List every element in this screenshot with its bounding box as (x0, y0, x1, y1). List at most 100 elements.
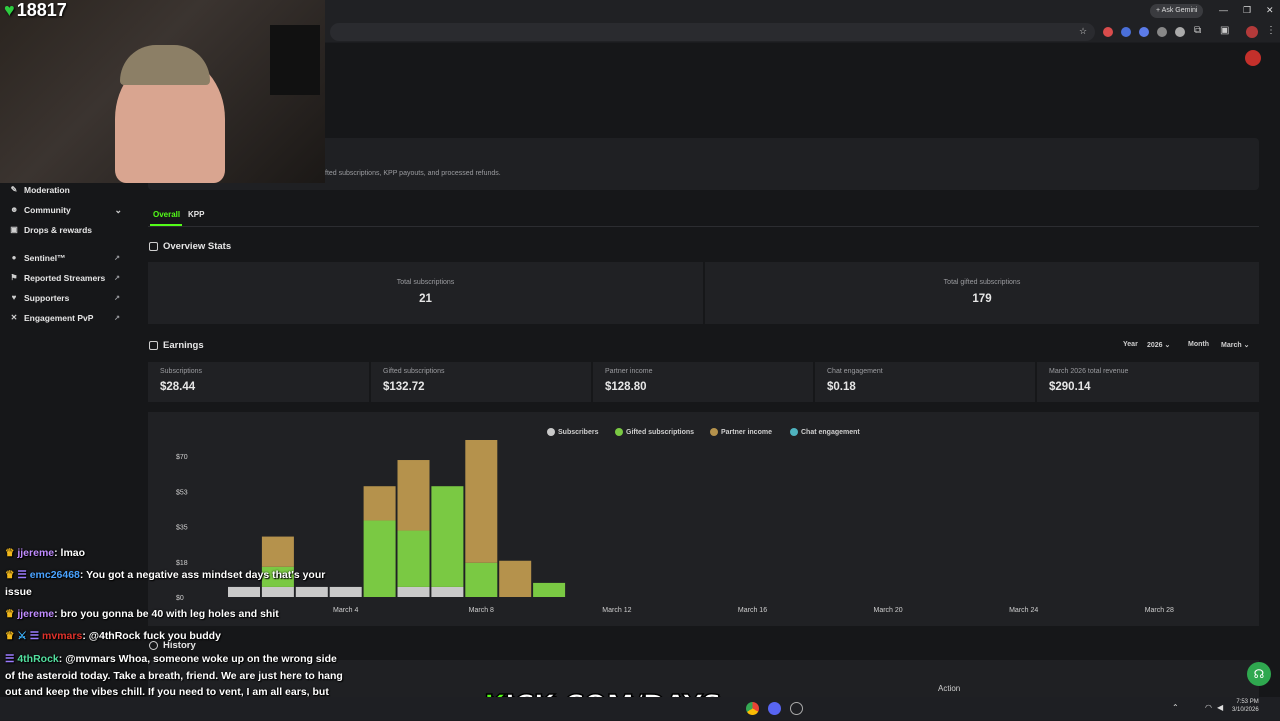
chart-bar[interactable] (397, 586, 430, 597)
url-bar[interactable] (330, 23, 1095, 41)
puzzle-icon[interactable]: ⧉ (1194, 25, 1201, 36)
chat-username[interactable]: emc26468 (30, 569, 80, 581)
legend-subscribers[interactable]: Subscribers (547, 428, 598, 436)
crown-badge-icon: ♛ (5, 547, 18, 559)
page-description: fted subscriptions, KPP payouts, and pro… (325, 170, 501, 177)
earnings-value: $128.80 (605, 381, 647, 393)
volume-icon[interactable]: ◀ (1217, 703, 1223, 712)
user-avatar[interactable] (1245, 50, 1261, 66)
year-select[interactable]: 2026 ⌄ (1147, 341, 1170, 349)
minimize-icon[interactable]: — (1219, 5, 1228, 15)
chrome-taskbar-icon[interactable] (746, 702, 759, 715)
sidebar-item-moderation[interactable]: ✎ Moderation (10, 185, 70, 195)
tab-divider (148, 226, 1259, 227)
chart-bar[interactable] (363, 486, 396, 521)
overview-section-title: Overview Stats (149, 241, 231, 252)
chart-bar[interactable] (363, 520, 396, 597)
chart-bar[interactable] (397, 460, 430, 531)
sidebar-item-reported-streamers[interactable]: ⚑ Reported Streamers ↗ (10, 273, 120, 283)
earnings-card-partner: Partner income $128.80 (593, 362, 813, 402)
profile-avatar[interactable] (1246, 26, 1258, 38)
stat-label: Total subscriptions (396, 279, 455, 286)
extension-icon[interactable] (1103, 27, 1113, 37)
kebab-menu-icon[interactable]: ⋮ (1266, 25, 1276, 36)
extension-icon[interactable] (1157, 27, 1167, 37)
extension-icon[interactable] (1121, 27, 1131, 37)
chevron-down-icon: ⌄ (114, 204, 122, 215)
earnings-label: Chat engagement (827, 368, 883, 375)
x-tick-label: March 20 (874, 607, 903, 614)
chat-message: ♛ jjereme: lmao (5, 545, 345, 562)
month-label: Month (1188, 341, 1209, 348)
crown-badge-icon: ♛ (5, 608, 18, 620)
stat-card-total-gifted: Total gifted subscriptions 179 (705, 262, 1259, 324)
chart-bar[interactable] (465, 440, 498, 563)
sub-badge-icon: ☰ (29, 630, 43, 642)
tab-kpp[interactable]: KPP (188, 210, 204, 219)
chat-message: ♛ ⚔ ☰ mvmars: @4thRock fuck you buddy (5, 628, 345, 645)
tab-overall[interactable]: Overall (153, 210, 180, 219)
close-icon[interactable]: ✕ (1266, 5, 1274, 16)
chat-username[interactable]: jjereme (17, 547, 54, 559)
chat-username[interactable]: jjereme (17, 608, 54, 620)
crown-badge-icon: ♛ (5, 630, 18, 642)
chart-bar[interactable] (533, 582, 566, 597)
earnings-card-gifted: Gifted subscriptions $132.72 (371, 362, 591, 402)
chat-username[interactable]: 4thRock (17, 653, 58, 665)
external-link-icon: ↗ (114, 295, 120, 302)
legend-swatch (615, 428, 623, 436)
chat-username[interactable]: mvmars (42, 630, 82, 642)
tray-chevron-icon[interactable]: ⌃ (1172, 703, 1179, 712)
wifi-icon[interactable]: ◠ (1205, 703, 1212, 712)
x-tick-label: March 16 (738, 607, 767, 614)
sidebar-item-community[interactable]: ☻ Community ⌄ (10, 204, 122, 216)
y-tick-label: $35 (176, 525, 188, 532)
earnings-label: Subscriptions (160, 368, 203, 375)
sidepanel-icon[interactable]: ▣ (1220, 25, 1229, 36)
chat-text: lmao (60, 547, 86, 559)
legend-chat[interactable]: Chat engagement (790, 428, 860, 436)
discord-taskbar-icon[interactable] (768, 702, 781, 715)
x-tick-label: March 28 (1145, 607, 1174, 614)
extension-icon[interactable] (1175, 27, 1185, 37)
chat-message: ♛ ☰ emc26468: You got a negative ass min… (5, 567, 345, 600)
legend-partner[interactable]: Partner income (710, 428, 772, 436)
y-tick-label: $70 (176, 454, 188, 461)
chat-text: @4thRock fuck you buddy (88, 630, 221, 642)
heart-icon: ♥ (11, 293, 17, 302)
action-column-header: Action (938, 684, 961, 693)
x-tick-label: March 12 (602, 607, 631, 614)
chevron-down-icon: ⌄ (1164, 342, 1171, 349)
os-taskbar (0, 697, 1280, 720)
y-tick-label: $53 (176, 489, 188, 496)
stat-card-total-subscriptions: Total subscriptions 21 (148, 262, 703, 324)
chart-bar[interactable] (397, 530, 430, 587)
x-tick-label: March 8 (469, 607, 494, 614)
legend-swatch (790, 428, 798, 436)
sidebar-item-supporters[interactable]: ♥ Supporters ↗ (10, 293, 120, 303)
extension-icon[interactable] (1139, 27, 1149, 37)
legend-gifted[interactable]: Gifted subscriptions (615, 428, 694, 436)
month-select[interactable]: March ⌄ (1221, 341, 1249, 349)
sidebar-item-drops[interactable]: ▣ Drops & rewards (10, 225, 92, 235)
chart-bar[interactable] (465, 562, 498, 597)
sidebar-item-sentinel[interactable]: ● Sentinel™ ↗ (10, 253, 120, 263)
subscriber-counter: ♥ 18817 (4, 0, 67, 20)
wrench-icon: ✎ (10, 185, 18, 194)
taskbar-clock[interactable]: 7:53 PM 3/10/2026 (1232, 698, 1259, 714)
ask-gemini-button[interactable]: + Ask Gemini (1150, 4, 1204, 18)
restore-icon[interactable]: ❐ (1243, 5, 1251, 16)
flag-icon: ⚑ (10, 273, 18, 282)
support-chat-button[interactable]: ☊ (1247, 662, 1271, 686)
chart-bar[interactable] (499, 560, 532, 597)
chart-bar[interactable] (431, 586, 464, 597)
app-taskbar-icon[interactable] (790, 702, 803, 715)
legend-swatch (547, 428, 555, 436)
earnings-section-title: Earnings (149, 340, 204, 351)
sidebar-item-engagement-pvp[interactable]: ✕ Engagement PvP ↗ (10, 313, 120, 323)
chart-icon (149, 242, 158, 251)
earnings-label: March 2026 total revenue (1049, 368, 1129, 375)
bookmark-star-icon[interactable]: ☆ (1079, 26, 1087, 37)
chart-bar[interactable] (431, 486, 464, 587)
earnings-value: $132.72 (383, 381, 425, 393)
